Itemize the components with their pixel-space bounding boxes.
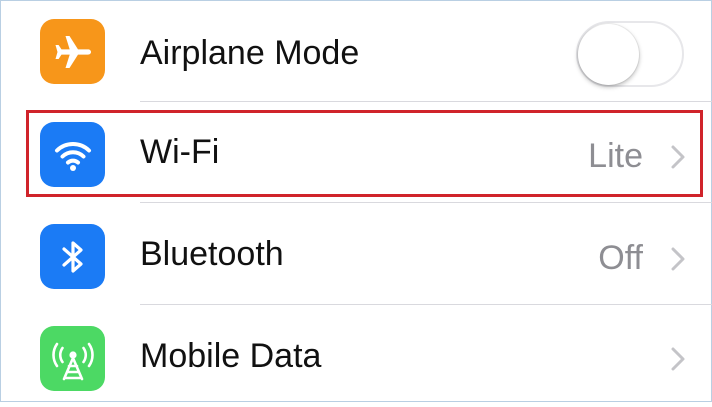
airplane-mode-toggle[interactable] [576, 21, 684, 87]
cellular-antenna-icon [40, 326, 105, 391]
settings-row-label: Airplane Mode [140, 34, 360, 72]
settings-panel: Airplane Mode Wi-Fi Lite Bluetooth Off M… [0, 0, 712, 402]
bluetooth-icon [40, 224, 105, 289]
settings-row-label: Mobile Data [140, 337, 322, 375]
settings-row-bluetooth[interactable]: Bluetooth Off [1, 204, 712, 305]
row-divider [140, 202, 712, 203]
wifi-highlight-box [26, 110, 703, 197]
airplane-icon [40, 19, 105, 84]
chevron-right-icon [671, 247, 685, 271]
toggle-knob [578, 24, 639, 85]
chevron-right-icon [671, 347, 685, 371]
bluetooth-status-value: Off [598, 239, 643, 277]
row-divider [140, 304, 712, 305]
settings-row-airplane-mode[interactable]: Airplane Mode [1, 1, 712, 102]
settings-row-mobile-data[interactable]: Mobile Data [1, 306, 712, 407]
settings-row-label: Bluetooth [140, 235, 284, 273]
